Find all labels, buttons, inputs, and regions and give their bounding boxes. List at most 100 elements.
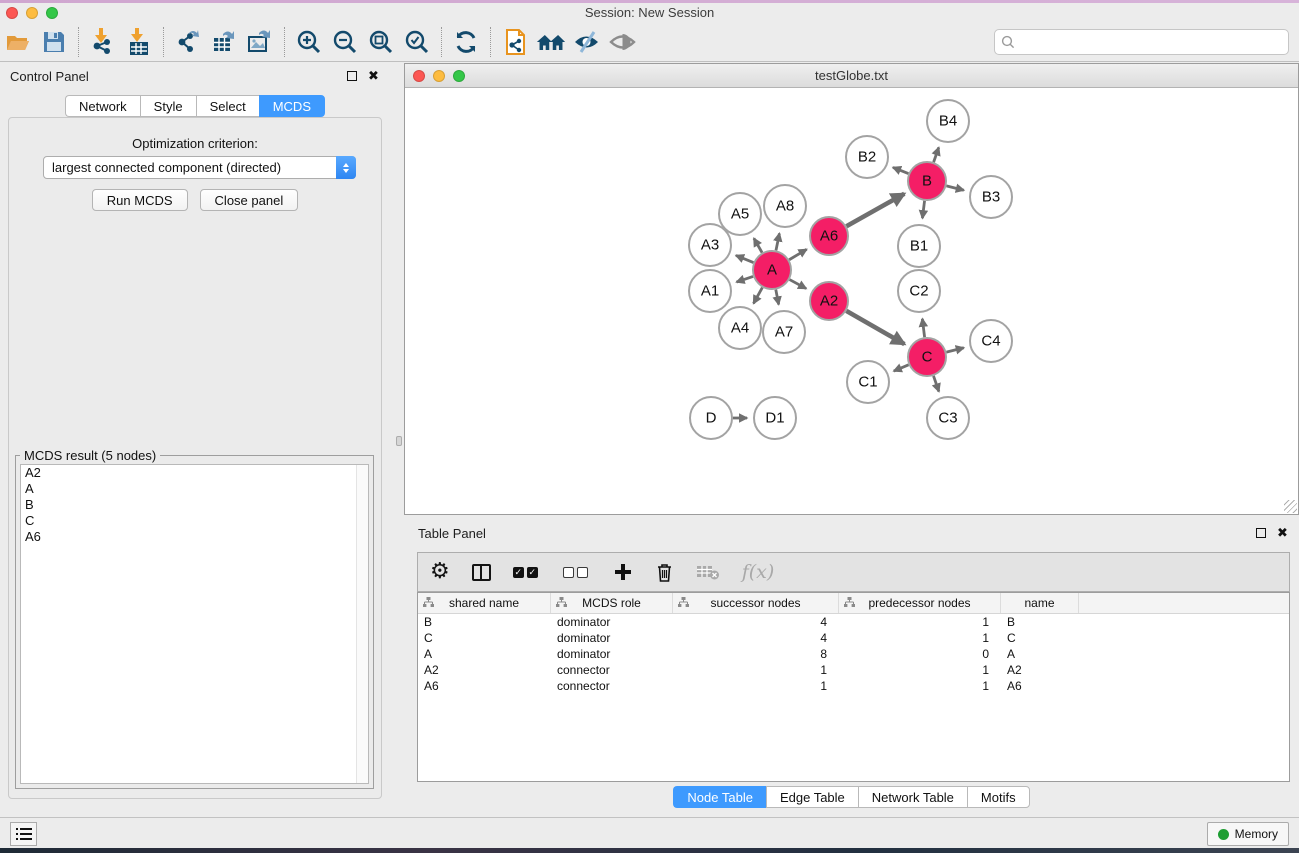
memory-button[interactable]: Memory bbox=[1207, 822, 1289, 846]
table-cell[interactable]: 4 bbox=[673, 630, 839, 646]
network-minimize-button[interactable] bbox=[433, 70, 445, 82]
network-close-button[interactable] bbox=[413, 70, 425, 82]
table-cell[interactable]: A bbox=[1001, 646, 1079, 662]
table-row[interactable]: Bdominator41B bbox=[418, 614, 1289, 630]
edge-C-C4[interactable] bbox=[946, 348, 963, 352]
column-header-name[interactable]: name bbox=[1001, 593, 1079, 613]
graph-node-A[interactable]: A bbox=[753, 251, 791, 289]
edge-A6-B[interactable] bbox=[846, 194, 904, 226]
search-input[interactable] bbox=[1020, 35, 1288, 50]
tab-network[interactable]: Network bbox=[65, 95, 140, 117]
float-panel-icon[interactable] bbox=[345, 70, 358, 83]
table-cell[interactable]: A bbox=[418, 646, 551, 662]
tab-motifs[interactable]: Motifs bbox=[967, 786, 1030, 808]
table-cell[interactable]: A2 bbox=[418, 662, 551, 678]
import-network-icon[interactable] bbox=[88, 27, 118, 57]
close-window-button[interactable] bbox=[6, 7, 18, 19]
zoom-out-icon[interactable] bbox=[330, 27, 360, 57]
split-columns-icon[interactable] bbox=[472, 564, 491, 581]
table-cell[interactable]: 1 bbox=[839, 614, 1001, 630]
tab-select[interactable]: Select bbox=[196, 95, 259, 117]
edge-B-B4[interactable] bbox=[934, 147, 939, 162]
graph-node-C3[interactable]: C3 bbox=[927, 397, 969, 439]
graph-node-B4[interactable]: B4 bbox=[927, 100, 969, 142]
table-cell[interactable]: 1 bbox=[839, 678, 1001, 694]
table-row[interactable]: A6connector11A6 bbox=[418, 678, 1289, 694]
result-item[interactable]: B bbox=[21, 497, 368, 513]
result-item[interactable]: A2 bbox=[21, 465, 368, 481]
edge-A-A5[interactable] bbox=[754, 238, 762, 252]
minimize-window-button[interactable] bbox=[26, 7, 38, 19]
close-panel-icon[interactable]: ✖ bbox=[367, 70, 380, 83]
graph-node-A4[interactable]: A4 bbox=[719, 307, 761, 349]
close-table-panel-icon[interactable]: ✖ bbox=[1276, 527, 1289, 540]
table-cell[interactable]: connector bbox=[551, 662, 673, 678]
mcds-result-list[interactable]: A2ABCA6 bbox=[20, 464, 369, 784]
new-network-from-selection-icon[interactable] bbox=[500, 27, 530, 57]
column-header-MCDS-role[interactable]: MCDS role bbox=[551, 593, 673, 613]
column-header-shared-name[interactable]: shared name bbox=[418, 593, 551, 613]
save-session-icon[interactable] bbox=[39, 27, 69, 57]
add-column-icon[interactable] bbox=[613, 562, 633, 582]
graph-node-A1[interactable]: A1 bbox=[689, 270, 731, 312]
delete-column-icon[interactable] bbox=[655, 562, 674, 583]
graph-node-D[interactable]: D bbox=[690, 397, 732, 439]
table-row[interactable]: Cdominator41C bbox=[418, 630, 1289, 646]
table-cell[interactable]: 1 bbox=[839, 630, 1001, 646]
tab-network-table[interactable]: Network Table bbox=[858, 786, 967, 808]
graph-node-C1[interactable]: C1 bbox=[847, 361, 889, 403]
table-cell[interactable]: dominator bbox=[551, 646, 673, 662]
hide-selected-icon[interactable] bbox=[572, 27, 602, 57]
table-settings-icon[interactable]: ⚙ bbox=[430, 561, 450, 583]
graph-node-A5[interactable]: A5 bbox=[719, 193, 761, 235]
edge-C-C3[interactable] bbox=[934, 376, 939, 392]
table-cell[interactable]: B bbox=[1001, 614, 1079, 630]
result-item[interactable]: A6 bbox=[21, 529, 368, 545]
task-history-button[interactable] bbox=[10, 822, 37, 846]
edge-A-A7[interactable] bbox=[776, 290, 779, 305]
network-graph[interactable]: B4B2BB3A5A8A6B1A3AC2A1A2A4A7C4CC1C3DD1 bbox=[405, 88, 1298, 514]
table-cell[interactable]: A6 bbox=[1001, 678, 1079, 694]
tab-edge-table[interactable]: Edge Table bbox=[766, 786, 858, 808]
table-cell[interactable]: A2 bbox=[1001, 662, 1079, 678]
network-window-titlebar[interactable]: testGlobe.txt bbox=[405, 64, 1298, 88]
table-row[interactable]: A2connector11A2 bbox=[418, 662, 1289, 678]
table-cell[interactable]: B bbox=[418, 614, 551, 630]
edge-C-C2[interactable] bbox=[922, 319, 924, 337]
edge-B-B2[interactable] bbox=[893, 167, 908, 173]
edge-A-A6[interactable] bbox=[789, 249, 806, 259]
result-item[interactable]: A bbox=[21, 481, 368, 497]
window-resize-grip[interactable] bbox=[1284, 500, 1297, 513]
table-cell[interactable]: C bbox=[418, 630, 551, 646]
table-cell[interactable]: 4 bbox=[673, 614, 839, 630]
edge-A2-C[interactable] bbox=[846, 311, 904, 344]
column-header-predecessor-nodes[interactable]: predecessor nodes bbox=[839, 593, 1001, 613]
close-panel-button[interactable]: Close panel bbox=[200, 189, 299, 211]
table-cell[interactable]: 1 bbox=[839, 662, 1001, 678]
graph-node-C2[interactable]: C2 bbox=[898, 270, 940, 312]
table-cell[interactable]: dominator bbox=[551, 614, 673, 630]
table-cell[interactable]: 8 bbox=[673, 646, 839, 662]
graph-node-A3[interactable]: A3 bbox=[689, 224, 731, 266]
export-table-icon[interactable] bbox=[209, 27, 239, 57]
export-network-icon[interactable] bbox=[173, 27, 203, 57]
export-image-icon[interactable] bbox=[245, 27, 275, 57]
import-table-icon[interactable] bbox=[124, 27, 154, 57]
result-item[interactable]: C bbox=[21, 513, 368, 529]
deselect-all-columns-icon[interactable] bbox=[563, 567, 591, 578]
graph-node-A7[interactable]: A7 bbox=[763, 311, 805, 353]
network-zoom-button[interactable] bbox=[453, 70, 465, 82]
window-controls[interactable] bbox=[6, 7, 58, 19]
edge-A-A3[interactable] bbox=[736, 255, 753, 262]
graph-node-B1[interactable]: B1 bbox=[898, 225, 940, 267]
graph-node-D1[interactable]: D1 bbox=[754, 397, 796, 439]
float-table-panel-icon[interactable] bbox=[1254, 527, 1267, 540]
graph-node-A8[interactable]: A8 bbox=[764, 185, 806, 227]
graph-node-B2[interactable]: B2 bbox=[846, 136, 888, 178]
table-cell[interactable]: 1 bbox=[673, 662, 839, 678]
table-cell[interactable]: connector bbox=[551, 678, 673, 694]
zoom-fit-icon[interactable] bbox=[366, 27, 396, 57]
network-canvas[interactable]: B4B2BB3A5A8A6B1A3AC2A1A2A4A7C4CC1C3DD1 bbox=[405, 88, 1298, 514]
vertical-splitter-grip[interactable] bbox=[396, 436, 402, 446]
edge-A-A4[interactable] bbox=[754, 288, 763, 304]
